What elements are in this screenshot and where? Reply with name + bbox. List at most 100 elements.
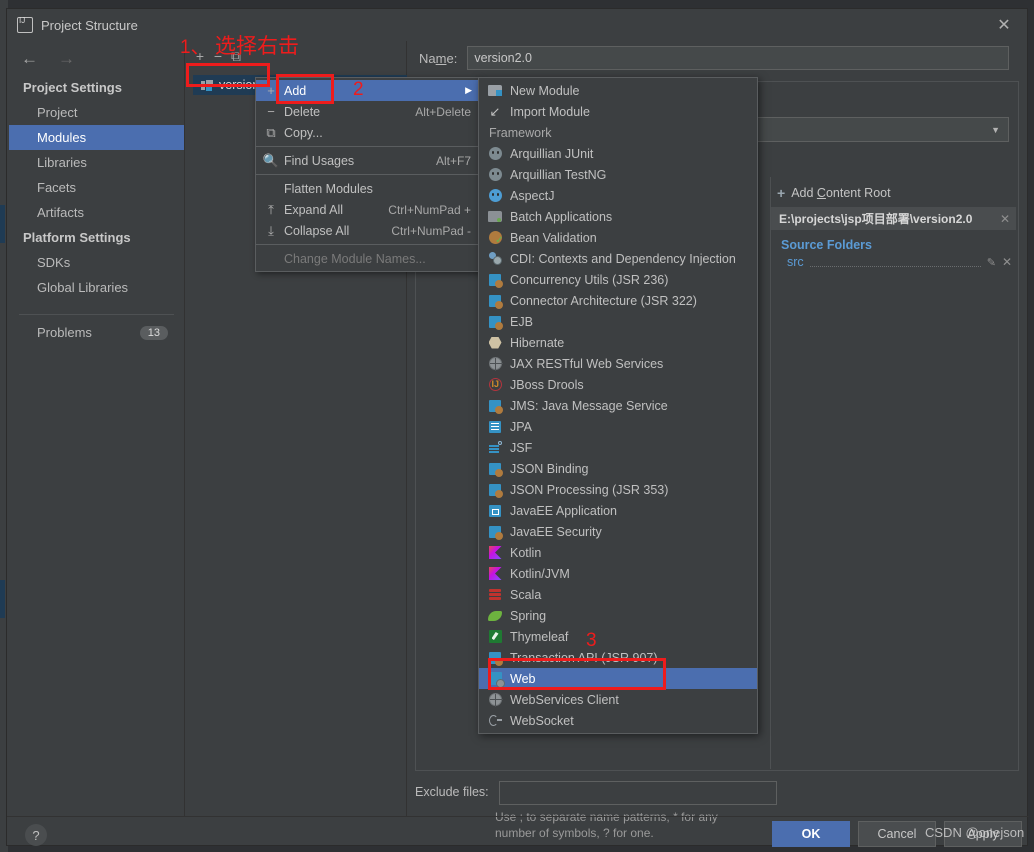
webservices-icon: [485, 692, 505, 708]
context-menu-item-delete[interactable]: − Delete Alt+Delete: [256, 101, 479, 122]
submenu-item-javaee-application[interactable]: JavaEE Application: [479, 500, 757, 521]
context-menu-item-change-module-names: Change Module Names...: [256, 248, 479, 269]
submenu-item-aspectj[interactable]: AspectJ: [479, 185, 757, 206]
context-menu-item-copy[interactable]: ⧉ Copy...: [256, 122, 479, 143]
source-folder-row: src ✎ ✕: [771, 255, 1018, 269]
ide-accent-mark-top: [0, 205, 5, 243]
cdi-icon: [485, 251, 505, 267]
javaee-icon: [485, 650, 505, 666]
annotation-step3-number: 3: [586, 630, 597, 651]
submenu-item-label: JSON Binding: [510, 461, 589, 476]
sidebar-item-global-libraries[interactable]: Global Libraries: [9, 275, 184, 300]
remove-content-root-icon[interactable]: ✕: [1000, 212, 1010, 226]
annotation-step2-number: 2: [353, 79, 364, 100]
submenu-item-jsf[interactable]: JSF: [479, 437, 757, 458]
submenu-header-framework: Framework: [489, 125, 552, 140]
submenu-item-label: New Module: [510, 83, 580, 98]
edit-source-folder-icon[interactable]: ✎: [987, 256, 996, 269]
content-root-row: E:\projects\jsp项目部署\version2.0 ✕: [771, 207, 1016, 230]
source-folder-name[interactable]: src: [787, 255, 804, 269]
submenu-item-scala[interactable]: Scala: [479, 584, 757, 605]
submenu-item-label: JMS: Java Message Service: [510, 398, 668, 413]
submenu-item-jpa[interactable]: JPA: [479, 416, 757, 437]
dialog-title: Project Structure: [41, 17, 138, 33]
forward-arrow-icon[interactable]: →: [58, 50, 75, 67]
submenu-item-label: Batch Applications: [510, 209, 613, 224]
exclude-files-row: Exclude files:: [415, 781, 1019, 805]
context-menu-item-expand-all[interactable]: ⤒ Expand All Ctrl+NumPad +: [256, 199, 479, 220]
submenu-item-hibernate[interactable]: Hibernate: [479, 332, 757, 353]
submenu-item-jax-restful-web-services[interactable]: JAX RESTful Web Services: [479, 353, 757, 374]
submenu-item-batch-applications[interactable]: Batch Applications: [479, 206, 757, 227]
scala-icon: [485, 587, 505, 603]
close-icon[interactable]: ✕: [981, 9, 1027, 41]
sidebar-group-platform-settings: Platform Settings: [23, 230, 131, 245]
submenu-item-ejb[interactable]: EJB: [479, 311, 757, 332]
dotted-leader: [809, 257, 981, 267]
context-menu-item-flatten-modules[interactable]: Flatten Modules: [256, 178, 479, 199]
submenu-item-label: Bean Validation: [510, 230, 597, 245]
context-menu-item-find-usages[interactable]: 🔍 Find Usages Alt+F7: [256, 150, 479, 171]
sidebar-item-artifacts[interactable]: Artifacts: [9, 200, 184, 225]
dialog-footer: ? OK Cancel Apply: [7, 816, 1029, 847]
sidebar-group-project-settings: Project Settings: [23, 80, 122, 95]
exclude-files-input[interactable]: [498, 781, 777, 805]
remove-source-folder-icon[interactable]: ✕: [1002, 255, 1012, 269]
submenu-item-jboss-drools[interactable]: IJ JBoss Drools: [479, 374, 757, 395]
submenu-item-webservices-client[interactable]: WebServices Client: [479, 689, 757, 710]
collapse-all-icon: ⤓: [268, 222, 274, 238]
submenu-item-thymeleaf[interactable]: Thymeleaf: [479, 626, 757, 647]
annotation-step1-text: 选择右击: [215, 34, 299, 58]
exclude-files-label: Exclude files:: [415, 785, 489, 799]
import-arrow-icon: ↙: [489, 104, 501, 119]
add-content-root-label: Add Content Root: [791, 186, 891, 200]
context-menu-item-delete-shortcut: Alt+Delete: [415, 104, 471, 119]
context-menu-item-add[interactable]: + Add ▶: [256, 80, 479, 101]
plus-icon: +: [267, 83, 275, 98]
submenu-item-javaee-security[interactable]: JavaEE Security: [479, 521, 757, 542]
sidebar-item-modules[interactable]: Modules: [9, 125, 184, 150]
submenu-item-label: JSF: [510, 440, 533, 455]
aspectj-icon: [485, 188, 505, 204]
submenu-item-kotlin[interactable]: Kotlin: [479, 542, 757, 563]
submenu-item-bean-validation[interactable]: ✓ Bean Validation: [479, 227, 757, 248]
submenu-item-json-processing-jsr-353[interactable]: JSON Processing (JSR 353): [479, 479, 757, 500]
submenu-item-spring[interactable]: Spring: [479, 605, 757, 626]
javaee-icon: [485, 524, 505, 540]
context-menu-item-collapse-all[interactable]: ⤓ Collapse All Ctrl+NumPad -: [256, 220, 479, 241]
sidebar-item-facets[interactable]: Facets: [9, 175, 184, 200]
sidebar-item-project[interactable]: Project: [9, 100, 184, 125]
arquillian-icon: [485, 146, 505, 162]
context-menu-item-copy-label: Copy...: [284, 125, 323, 140]
submenu-item-arquillian-junit[interactable]: Arquillian JUnit: [479, 143, 757, 164]
context-menu-divider: [256, 244, 479, 245]
submenu-item-new-module[interactable]: New Module: [479, 80, 757, 101]
submenu-item-label: JBoss Drools: [510, 377, 584, 392]
submenu-item-import-module[interactable]: ↙ Import Module: [479, 101, 757, 122]
submenu-item-jms-java-message-service[interactable]: JMS: Java Message Service: [479, 395, 757, 416]
submenu-item-kotlin-jvm[interactable]: Kotlin/JVM: [479, 563, 757, 584]
submenu-item-web[interactable]: Web: [479, 668, 757, 689]
submenu-item-concurrency-utils-jsr-236[interactable]: Concurrency Utils (JSR 236): [479, 269, 757, 290]
content-root-path: E:\projects\jsp项目部署\version2.0: [779, 212, 973, 226]
submenu-item-connector-architecture-jsr-322[interactable]: Connector Architecture (JSR 322): [479, 290, 757, 311]
submenu-item-transaction-api-jsr-907[interactable]: Transaction API (JSR 907): [479, 647, 757, 668]
jpa-icon: [485, 419, 505, 435]
sidebar-item-libraries[interactable]: Libraries: [9, 150, 184, 175]
javaee-app-icon: [485, 503, 505, 519]
sidebar-item-sdks[interactable]: SDKs: [9, 250, 184, 275]
add-content-root-button[interactable]: + Add Content Root: [771, 181, 1018, 207]
thymeleaf-icon: [485, 629, 505, 645]
back-arrow-icon[interactable]: ←: [21, 50, 38, 67]
hibernate-icon: [485, 335, 505, 351]
module-name-input[interactable]: [467, 46, 1009, 70]
ide-accent-mark-bottom: [0, 580, 5, 618]
help-icon[interactable]: ?: [25, 824, 47, 846]
submenu-item-websocket[interactable]: WebSocket: [479, 710, 757, 731]
ok-button[interactable]: OK: [772, 821, 850, 847]
submenu-item-json-binding[interactable]: JSON Binding: [479, 458, 757, 479]
globe-icon: [485, 356, 505, 372]
submenu-item-arquillian-testng[interactable]: Arquillian TestNG: [479, 164, 757, 185]
sidebar-item-problems[interactable]: Problems 13: [9, 315, 184, 340]
submenu-item-cdi-contexts-and-dependency-injection[interactable]: CDI: Contexts and Dependency Injection: [479, 248, 757, 269]
